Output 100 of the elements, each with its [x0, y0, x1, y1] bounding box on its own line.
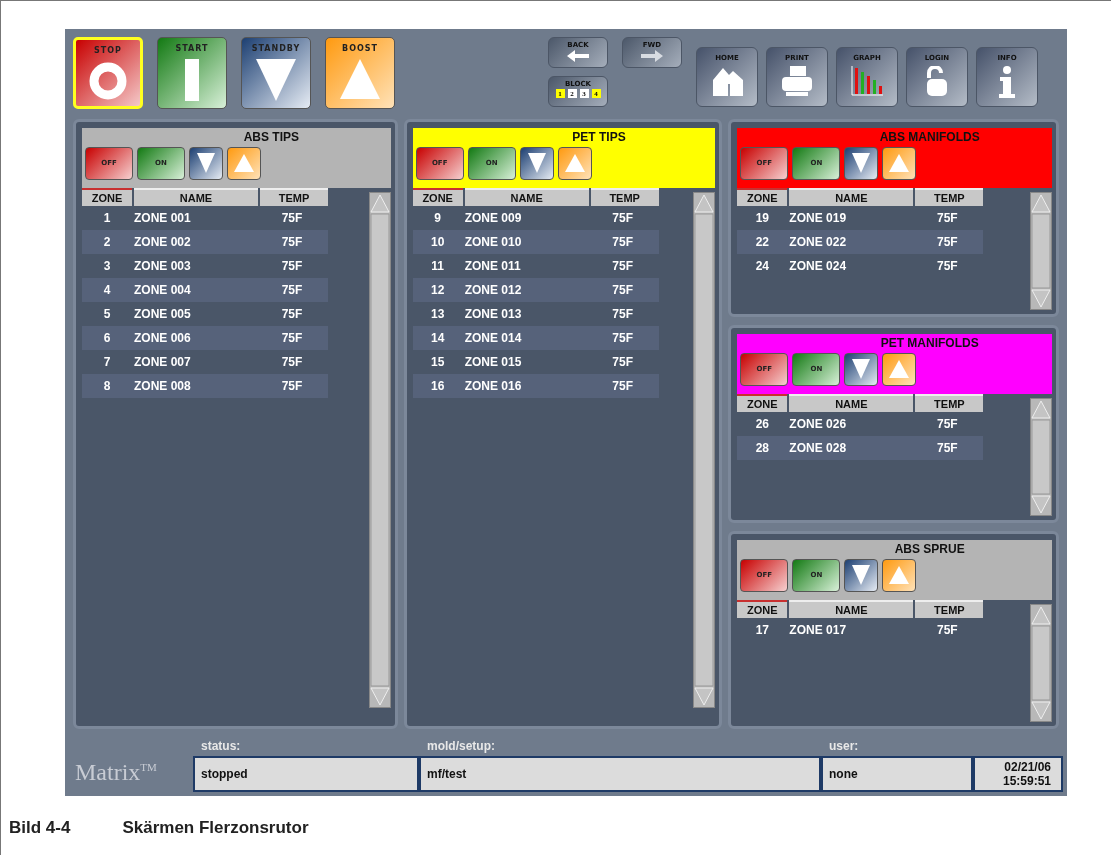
table-cell-text: 75F	[280, 234, 304, 249]
table-cell-text: 17	[754, 622, 771, 637]
table-cell-text: 28	[754, 440, 771, 455]
standby-button[interactable]	[844, 558, 879, 592]
panel-title: ABS SPRUE	[893, 541, 966, 558]
table-cell-text: 75F	[611, 234, 634, 249]
table-cell-text: 75F	[611, 354, 634, 369]
left-arrow-icon	[567, 50, 589, 62]
table-cell-text: ZONE 017	[788, 622, 848, 637]
figure-number: Bild 4-4	[9, 818, 71, 838]
table-cell-text: 75F	[611, 210, 634, 225]
mode-button[interactable]: START	[157, 37, 227, 109]
table-cell-text: 19	[754, 210, 771, 225]
table-cell-text: ZONE 010	[463, 234, 523, 249]
table-cell-text: 9	[433, 210, 442, 225]
down-triangle-icon	[852, 359, 871, 380]
house-icon	[711, 66, 743, 96]
figure-caption: Skärmen Flerzonsrutor	[122, 818, 309, 838]
table-cell-text: 75F	[280, 306, 304, 321]
open-padlock-icon	[925, 66, 949, 96]
table-cell-text: ZONE 014	[463, 330, 523, 345]
scrollbar[interactable]	[1030, 191, 1052, 310]
table-cell-text: 4	[102, 282, 112, 297]
standby-button[interactable]	[189, 146, 223, 180]
scrollbar[interactable]	[693, 191, 716, 708]
table-cell-text: 75F	[611, 282, 634, 297]
table-cell-text: 75F	[280, 378, 304, 393]
standby-button[interactable]	[844, 146, 879, 180]
table-cell-text: 75F	[280, 330, 304, 345]
table-cell-text: 13	[430, 306, 446, 321]
table-cell-text: 10	[430, 234, 446, 249]
status-field: none	[821, 756, 973, 792]
table-cell-text: 5	[102, 306, 112, 321]
table-cell-text: ZONE 022	[788, 234, 848, 249]
mode-button[interactable]: STOP	[73, 37, 143, 109]
table-cell-text: 22	[754, 234, 771, 249]
table-cell-text: 16	[430, 378, 446, 393]
table-cell-text: 12	[430, 282, 446, 297]
table-cell-text: ZONE 026	[788, 416, 848, 431]
down-triangle-icon	[852, 153, 871, 174]
table-cell-text: 11	[430, 258, 445, 273]
table-cell-text: ZONE 005	[133, 306, 192, 321]
table-cell-text: ZONE 004	[133, 282, 192, 297]
mode-button[interactable]: BOOST	[325, 37, 395, 109]
field-label: status:	[200, 739, 242, 755]
table-cell-text: 14	[430, 330, 446, 345]
boost-button[interactable]	[882, 352, 917, 386]
table-cell-text: ZONE 002	[133, 234, 192, 249]
table-cell-text: ZONE 024	[788, 258, 848, 273]
panel-title: ABS MANIFOLDS	[878, 129, 981, 146]
table-cell-text: 75F	[936, 258, 959, 273]
right-arrow-icon	[641, 50, 663, 62]
scrollbar[interactable]	[368, 191, 391, 708]
up-triangle-icon	[889, 566, 910, 585]
standby-button[interactable]	[519, 146, 554, 180]
table-cell-text: 6	[102, 330, 112, 345]
panel-title: PET TIPS	[571, 129, 627, 146]
status-field: stopped	[193, 756, 419, 792]
boost-button[interactable]	[882, 146, 917, 180]
down-triangle-icon	[527, 153, 546, 174]
printer-icon	[782, 66, 812, 96]
matrix-logo: Matrix$^{TM}$	[75, 759, 158, 787]
mode-button[interactable]: STANDBY	[241, 37, 311, 109]
bar-icon	[185, 59, 199, 101]
table-cell-text: 1	[102, 210, 112, 225]
table-cell-text: 8	[102, 378, 112, 393]
table-cell-text: ZONE 009	[463, 210, 523, 225]
scrollbar[interactable]	[1030, 397, 1052, 516]
table-cell-text: 26	[754, 416, 771, 431]
down-triangle-icon	[256, 59, 296, 101]
table-cell-text: ZONE 016	[463, 378, 523, 393]
table-cell-text: 15	[430, 354, 446, 369]
scrollbar[interactable]	[1030, 603, 1052, 722]
table-cell-text: 75F	[280, 282, 304, 297]
up-triangle-icon	[889, 154, 910, 173]
bar-chart-icon	[851, 66, 883, 96]
boost-button[interactable]	[882, 558, 917, 592]
standby-button[interactable]	[844, 352, 879, 386]
field-label: user:	[828, 739, 860, 755]
table-cell-text: 75F	[611, 306, 634, 321]
table-cell-text: ZONE 007	[133, 354, 192, 369]
field-label: mold/setup:	[426, 739, 496, 755]
table-cell-text: ZONE 015	[463, 354, 523, 369]
boost-button[interactable]	[227, 146, 261, 180]
table-cell-text: ZONE 003	[133, 258, 192, 273]
table-cell-text: ZONE 008	[133, 378, 192, 393]
panel-title: PET MANIFOLDS	[879, 335, 980, 352]
table-cell-text: ZONE 012	[463, 282, 523, 297]
table-cell-text: 75F	[936, 440, 959, 455]
table-cell-text: 3	[102, 258, 112, 273]
table-cell-text: 75F	[280, 354, 304, 369]
table-cell-text: 75F	[936, 210, 959, 225]
table-cell-text: 75F	[611, 330, 634, 345]
table-cell-text: 2	[102, 234, 112, 249]
down-triangle-icon	[852, 565, 871, 586]
table-cell-text: ZONE 028	[788, 440, 848, 455]
boost-button[interactable]	[557, 146, 592, 180]
table-cell-text: ZONE 013	[463, 306, 523, 321]
status-field: mf/test	[419, 756, 821, 792]
table-cell-text: 75F	[280, 258, 304, 273]
